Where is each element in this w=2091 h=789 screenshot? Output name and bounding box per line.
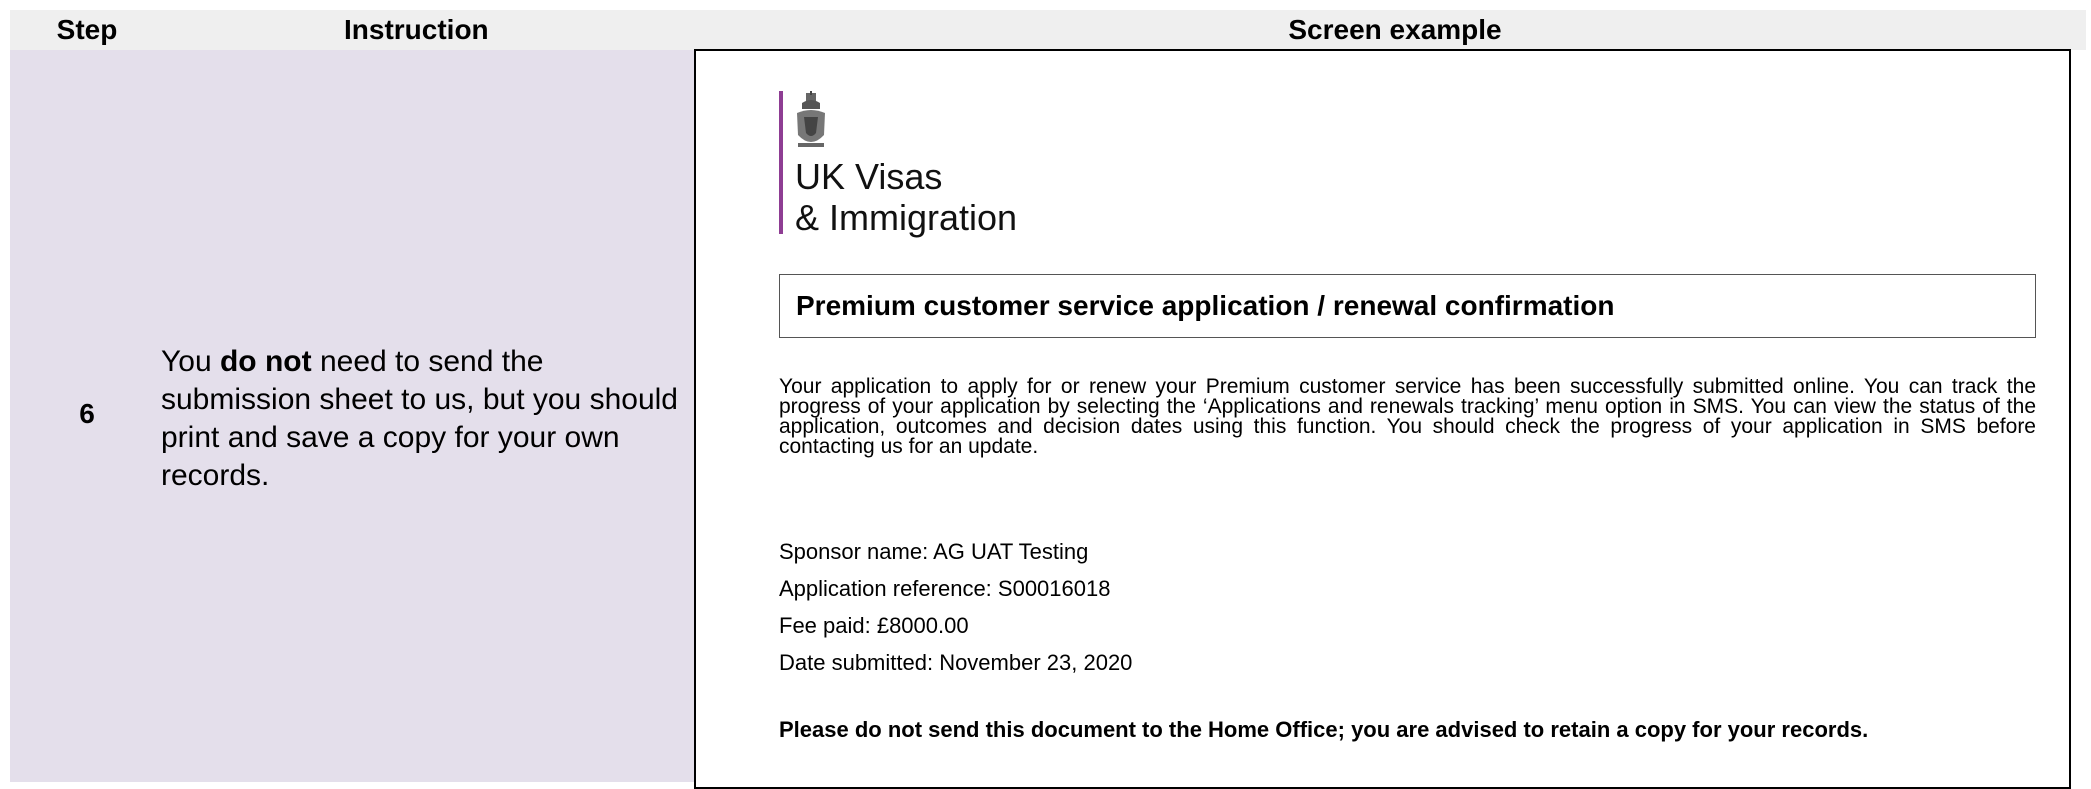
document-title-box: Premium customer service application / r… [779,274,2036,338]
application-reference: Application reference: S00016018 [779,576,1111,601]
brand-line-1: UK Visas [795,156,943,197]
brand-name: UK Visas & Immigration [795,156,1017,238]
header-step: Step [56,14,118,45]
royal-crest-icon [797,91,825,147]
brand-line-2: & Immigration [795,197,1018,238]
step-number: 6 [79,398,95,429]
instruction-part-1: You [161,345,220,378]
intro-paragraph: Your application to apply for or renew y… [779,375,2036,458]
screen-example: UK Visas & Immigration Premium customer … [694,49,2071,789]
document-title: Premium customer service application / r… [796,290,1615,321]
table-row: 6 You do not need to send the submission… [10,50,694,782]
header-instruction: Instruction [344,14,489,45]
date-submitted: Date submitted: November 23, 2020 [779,650,1133,675]
retention-advice: Please do not send this document to the … [779,717,1869,742]
header-screen-example: Screen example [1288,14,1502,45]
instruction-emphasis: do not [219,345,312,378]
table-header-row: Step Instruction Screen example [10,10,2086,50]
application-details: Sponsor name: AG UAT Testing Application… [779,533,1132,681]
fee-paid: Fee paid: £8000.00 [779,613,969,638]
logo-accent-bar [779,91,783,234]
sponsor-name: Sponsor name: AG UAT Testing [779,539,1089,564]
instruction-text: You do not need to send the submission s… [161,343,701,495]
